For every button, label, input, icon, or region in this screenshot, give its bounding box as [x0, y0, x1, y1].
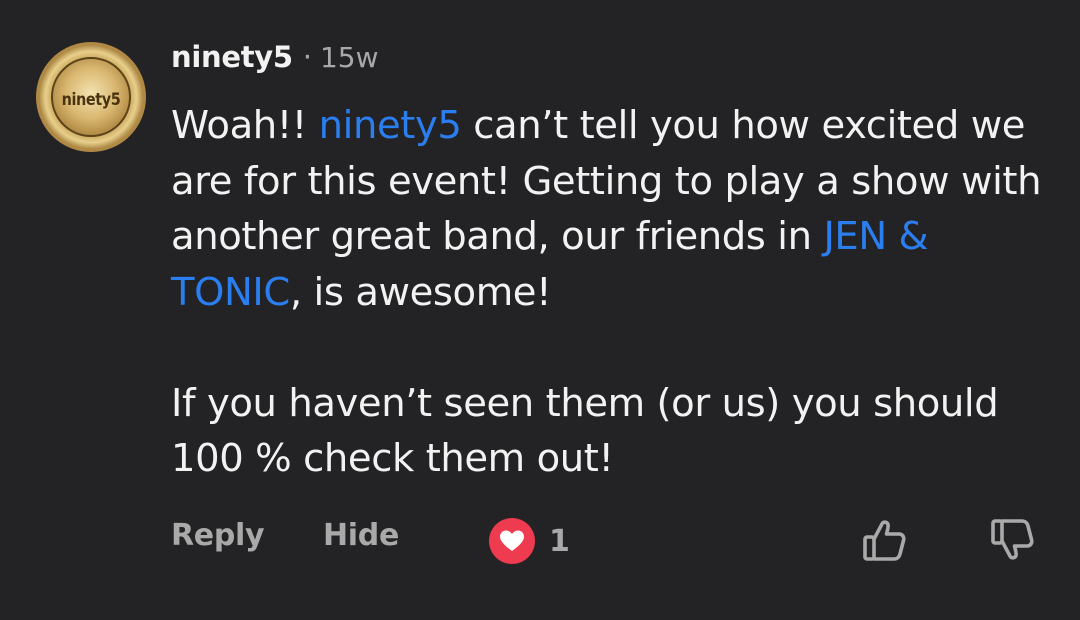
- comment-paragraph-1: Woah!! ninety5 can’t tell you how excite…: [171, 98, 1061, 320]
- separator-dot: ·: [302, 40, 312, 74]
- text-segment: , is awesome!: [289, 269, 552, 315]
- comment: ninety5 ninety5 · 15w Woah!! ninety5 can…: [0, 0, 1080, 620]
- thumbs-up-icon[interactable]: [861, 516, 909, 564]
- comment-timestamp: 15w: [319, 41, 379, 74]
- comment-actions: Reply Hide 1: [171, 512, 1041, 564]
- comment-body: Woah!! ninety5 can’t tell you how excite…: [171, 98, 1061, 487]
- avatar[interactable]: ninety5: [36, 42, 146, 152]
- thumbs-down-icon[interactable]: [989, 516, 1037, 564]
- comment-author[interactable]: ninety5: [171, 40, 293, 74]
- text-segment: Woah!!: [171, 103, 319, 148]
- band-logo-icon: ninety5: [51, 57, 131, 137]
- comment-header: ninety5 · 15w: [171, 40, 379, 84]
- hide-button[interactable]: Hide: [323, 518, 399, 553]
- mention-link-ninety5[interactable]: ninety5: [319, 103, 462, 148]
- like-reaction[interactable]: 1: [489, 518, 570, 564]
- heart-icon: [489, 518, 535, 564]
- comment-paragraph-2: If you haven’t seen them (or us) you sho…: [171, 380, 999, 482]
- like-count: 1: [549, 523, 570, 559]
- avatar-logo-text: ninety5: [61, 90, 121, 110]
- reply-button[interactable]: Reply: [171, 518, 265, 553]
